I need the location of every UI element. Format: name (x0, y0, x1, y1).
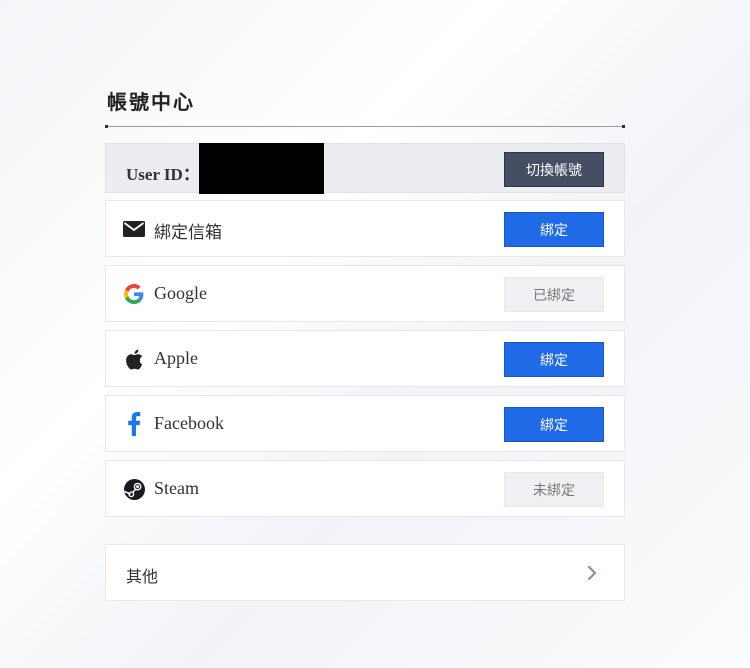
mail-icon (123, 218, 145, 240)
apple-icon (123, 348, 145, 370)
switch-account-button[interactable]: 切換帳號 (504, 152, 604, 187)
google-icon (123, 283, 145, 305)
steam-unbound-status: 未綁定 (504, 472, 604, 507)
binding-name: Google (154, 283, 207, 303)
binding-name: Facebook (154, 413, 224, 433)
page-title: 帳號中心 (107, 90, 195, 114)
other-label: 其他 (126, 567, 159, 586)
user-id-label: User ID： (126, 165, 200, 184)
binding-row-apple: Apple 綁定 (105, 330, 625, 387)
google-bound-status: 已綁定 (504, 277, 604, 312)
title-divider (105, 125, 625, 128)
binding-row-google: Google 已綁定 (105, 265, 625, 322)
bind-facebook-button[interactable]: 綁定 (504, 407, 604, 442)
bind-email-button[interactable]: 綁定 (504, 212, 604, 247)
binding-name: 綁定信箱 (154, 223, 222, 243)
binding-row-facebook: Facebook 綁定 (105, 395, 625, 452)
binding-row-email: 綁定信箱 綁定 (105, 200, 625, 257)
binding-name: Apple (154, 348, 198, 368)
chevron-right-icon (586, 565, 598, 581)
binding-row-steam: Steam 未綁定 (105, 460, 625, 517)
other-settings-row[interactable]: 其他 (105, 544, 625, 601)
bind-apple-button[interactable]: 綁定 (504, 342, 604, 377)
user-id-value-redacted (199, 143, 324, 194)
binding-name: Steam (154, 478, 199, 498)
user-id-row: User ID： 切換帳號 (105, 143, 625, 194)
steam-icon (123, 478, 145, 500)
facebook-icon (123, 412, 145, 436)
